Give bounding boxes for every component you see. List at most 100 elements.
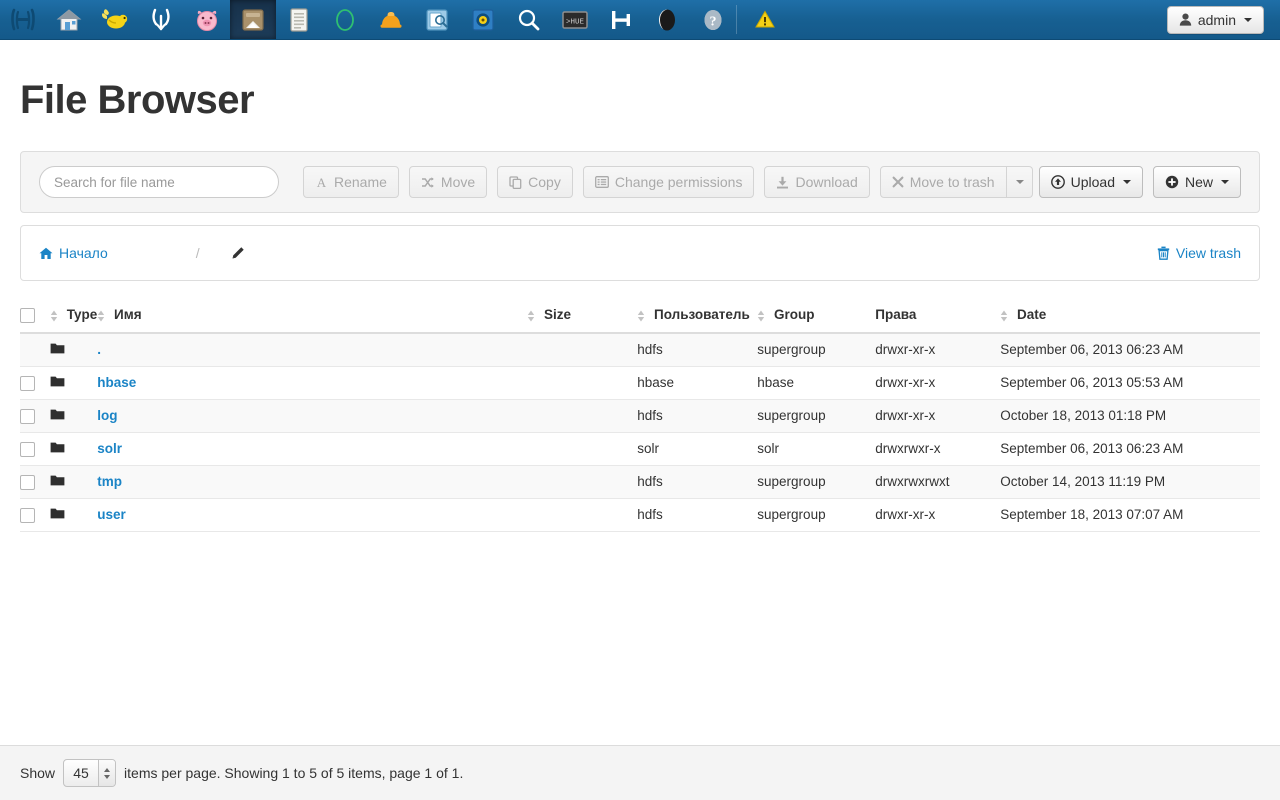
new-button[interactable]: New — [1152, 166, 1241, 198]
file-list-body: . hdfs supergroup drwxr-xr-x September 06, 2… — [20, 332, 1260, 532]
nav-item-job-designer[interactable] — [276, 0, 322, 39]
move-button[interactable]: Move — [408, 166, 488, 198]
row-name-cell[interactable]: . — [97, 332, 528, 367]
row-checkbox[interactable] — [20, 375, 35, 391]
search-input[interactable] — [39, 166, 279, 198]
sort-arrows-icon — [1001, 310, 1008, 322]
header-group-label: Group — [774, 307, 815, 323]
user-menu-label: admin — [1197, 11, 1236, 28]
row-checkbox[interactable] — [20, 408, 35, 424]
nav-item-zookeeper[interactable] — [644, 0, 690, 39]
row-size-cell — [527, 399, 638, 433]
upload-button[interactable]: Upload — [1038, 166, 1143, 198]
nav-item-job-browser[interactable] — [368, 0, 414, 39]
sort-arrows-icon — [50, 310, 58, 322]
nav-item-search[interactable] — [506, 0, 552, 39]
nav-item-help[interactable]: ? — [690, 0, 736, 39]
breadcrumb-home-link[interactable]: Начало — [39, 245, 108, 261]
row-date-cell: October 14, 2013 11:19 PM — [1000, 465, 1260, 499]
move-to-trash-button[interactable]: Move to trash — [879, 166, 1007, 198]
row-size-cell — [527, 366, 638, 400]
footer-show-label: Show — [20, 765, 56, 781]
nav-item-home[interactable] — [46, 0, 92, 39]
nav-item-oozie[interactable] — [322, 0, 368, 39]
chevron-down-icon — [1122, 180, 1131, 184]
nav-item-impala[interactable] — [138, 0, 184, 39]
file-name-link[interactable]: tmp — [97, 474, 122, 489]
file-name-link[interactable]: . — [97, 342, 101, 357]
header-date[interactable]: Date — [1000, 301, 1260, 334]
copy-pages-icon — [509, 175, 522, 189]
row-name-cell[interactable]: tmp — [97, 465, 528, 499]
table-row[interactable]: hbase hbase hbase drwxr-xr-x September 06, 2… — [20, 366, 1260, 400]
row-select-cell[interactable] — [20, 432, 50, 466]
change-permissions-button[interactable]: Change permissions — [582, 166, 755, 198]
nav-item-file-browser[interactable] — [230, 0, 276, 39]
table-row[interactable]: solr solr solr drwxrwxr-x September 06, 2013… — [20, 432, 1260, 466]
file-name-link[interactable]: log — [97, 408, 117, 423]
row-select-cell[interactable] — [20, 399, 50, 433]
row-select-cell[interactable] — [20, 465, 50, 499]
row-name-cell[interactable]: solr — [97, 432, 528, 466]
table-row[interactable]: tmp hdfs supergroup drwxrwxrwxt October 14, … — [20, 465, 1260, 499]
stepper-down-icon[interactable] — [104, 774, 111, 779]
table-row[interactable]: log hdfs supergroup drwxr-xr-x October 18, 2… — [20, 399, 1260, 433]
breadcrumb-edit-button[interactable] — [230, 246, 245, 261]
trash-dropdown-toggle[interactable] — [1006, 166, 1033, 198]
trash-icon — [1157, 246, 1170, 260]
rename-button[interactable]: A Rename — [303, 166, 399, 198]
nav-item-metastore[interactable] — [414, 0, 460, 39]
header-name[interactable]: Имя — [97, 301, 528, 334]
row-type-cell — [50, 366, 98, 400]
file-name-link[interactable]: hbase — [97, 375, 136, 390]
header-size[interactable]: Size — [527, 301, 638, 334]
header-type[interactable]: Type — [50, 301, 98, 334]
folder-icon — [50, 475, 65, 486]
header-user[interactable]: Пользователь — [637, 301, 758, 334]
row-name-cell[interactable]: log — [97, 399, 528, 433]
folder-icon — [50, 343, 65, 354]
row-select-cell[interactable] — [20, 498, 50, 532]
toolbar: A Rename Move — [21, 152, 1259, 212]
row-checkbox[interactable] — [20, 474, 35, 490]
file-list-table: Type Имя Size Пользователь Group Права D… — [20, 301, 1260, 532]
view-trash-link[interactable]: View trash — [1157, 245, 1241, 261]
header-group[interactable]: Group — [757, 301, 876, 334]
download-button[interactable]: Download — [764, 166, 870, 198]
nav-item-beeswax[interactable] — [92, 0, 138, 39]
nav-item-warning[interactable] — [737, 0, 793, 39]
home-icon — [39, 247, 53, 259]
user-menu-button[interactable]: admin — [1166, 5, 1264, 34]
copy-button[interactable]: Copy — [497, 166, 573, 198]
row-user-cell: hdfs — [637, 399, 758, 433]
row-user-cell: solr — [637, 432, 758, 466]
row-select-cell[interactable] — [20, 366, 50, 400]
select-all-checkbox[interactable] — [20, 307, 35, 323]
row-name-cell[interactable]: user — [97, 498, 528, 532]
file-name-link[interactable]: user — [97, 507, 126, 522]
row-group-cell: supergroup — [757, 399, 876, 433]
stepper-up-icon[interactable] — [104, 767, 111, 772]
row-checkbox[interactable] — [20, 507, 35, 523]
table-row[interactable]: user hdfs supergroup drwxr-xr-x September 18… — [20, 498, 1260, 532]
nav-item-hue-shell[interactable]: >HUE — [552, 0, 598, 39]
row-name-cell[interactable]: hbase — [97, 366, 528, 400]
nav-item-hbase[interactable] — [598, 0, 644, 39]
pig-icon — [197, 10, 217, 31]
table-row[interactable]: . hdfs supergroup drwxr-xr-x September 06, 2… — [20, 332, 1260, 367]
hbase-icon — [612, 10, 630, 29]
letter-a-icon: A — [317, 176, 327, 189]
nav-item-pig[interactable] — [184, 0, 230, 39]
row-permissions-cell: drwxr-xr-x — [875, 498, 1001, 532]
breadcrumb-separator: / — [195, 245, 200, 261]
page-size-spinner[interactable] — [98, 760, 116, 786]
file-list-head: Type Имя Size Пользователь Group Права D… — [20, 301, 1260, 334]
page-size-stepper[interactable]: 45 — [63, 759, 117, 787]
nav-item-hue-logo[interactable] — [0, 0, 46, 39]
hard-hat-icon — [380, 11, 402, 28]
nav-item-sqoop[interactable] — [460, 0, 506, 39]
file-name-link[interactable]: solr — [97, 441, 122, 456]
row-checkbox[interactable] — [20, 441, 35, 457]
upload-button-label: Upload — [1070, 174, 1115, 190]
row-group-cell: hbase — [757, 366, 876, 400]
